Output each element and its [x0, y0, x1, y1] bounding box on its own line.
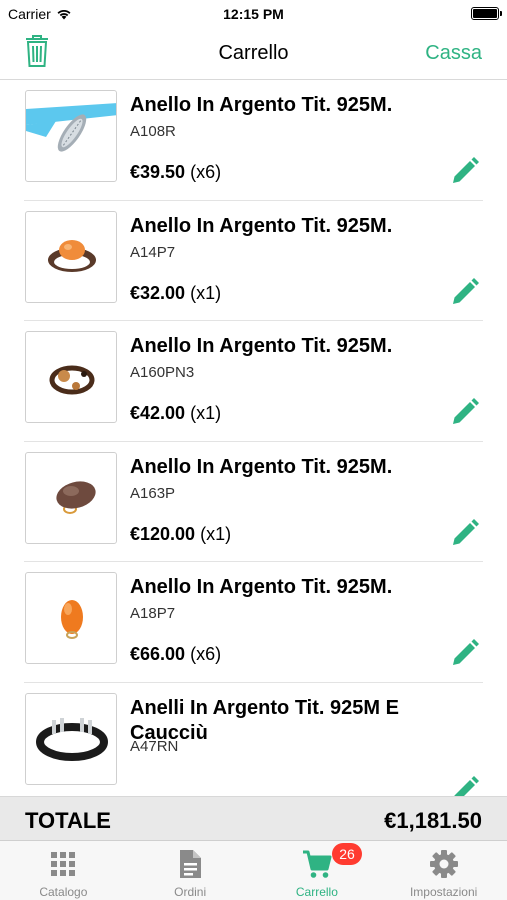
tab-impostazioni[interactable]: Impostazioni [380, 841, 507, 900]
item-price-line: €42.00 (x1) [130, 403, 221, 424]
gear-icon [429, 850, 458, 878]
product-image [25, 90, 117, 182]
cart-icon [302, 850, 332, 878]
tab-ordini[interactable]: Ordini [127, 841, 254, 900]
cart-item[interactable]: Anello In Argento Tit. 925M. A108R €39.5… [0, 80, 507, 201]
cart-badge: 26 [332, 843, 362, 865]
checkout-button[interactable]: Cassa [425, 42, 482, 65]
product-image [25, 451, 117, 544]
item-price-line: €120.00 (x1) [130, 524, 231, 545]
total-value: €1,181.50 [384, 808, 482, 833]
item-code: A160PN3 [130, 364, 195, 381]
pencil-icon[interactable] [450, 277, 480, 307]
screen: Carrier 12:15 PM Carrello Cassa Anello I… [0, 0, 507, 900]
cart-item[interactable]: Anello In Argento Tit. 925M. A163P €120.… [0, 442, 507, 562]
total-bar: TOTALE €1,181.50 [0, 796, 507, 840]
product-image [25, 331, 117, 423]
nav-bar: Carrello Cassa [0, 28, 507, 80]
status-time: 12:15 PM [223, 6, 284, 22]
item-price: €120.00 [130, 523, 196, 544]
item-price: €32.00 [130, 282, 186, 303]
item-price: €42.00 [130, 403, 186, 423]
item-code: A18P7 [130, 605, 176, 622]
tab-label: Ordini [174, 885, 207, 899]
pencil-icon[interactable] [450, 518, 480, 548]
product-image [25, 210, 117, 303]
cart-item[interactable]: Anello In Argento Tit. 925M. A14P7 €32.0… [0, 201, 507, 321]
item-name: Anello In Argento Tit. 925M. [130, 94, 393, 116]
tab-catalogo[interactable]: Catalogo [0, 841, 127, 900]
item-quantity: (x6) [190, 162, 222, 182]
tab-label: Impostazioni [409, 885, 478, 899]
tab-bar: Catalogo Ordini Carrello Impostazioni [0, 840, 507, 900]
tab-label: Catalogo [39, 885, 88, 899]
pencil-icon[interactable] [450, 156, 480, 186]
item-quantity: (x1) [200, 523, 232, 544]
item-price: €66.00 [130, 644, 186, 664]
item-price-line: €66.00 (x6) [130, 644, 221, 665]
item-price-line: €39.50 (x6) [130, 162, 221, 183]
document-icon [180, 850, 202, 878]
item-name: Anello In Argento Tit. 925M. [130, 214, 393, 237]
item-price: €39.50 [130, 162, 186, 182]
pencil-icon[interactable] [450, 397, 480, 427]
item-quantity: (x6) [190, 644, 222, 664]
cart-item[interactable]: Anello In Argento Tit. 925M. A160PN3 €42… [0, 321, 507, 442]
item-name: Anello In Argento Tit. 925M. [130, 455, 393, 478]
item-quantity: (x1) [190, 282, 222, 303]
grid-icon [51, 852, 76, 876]
item-name: Anello In Argento Tit. 925M. [130, 335, 393, 357]
item-name: Anello In Argento Tit. 925M. [130, 576, 393, 598]
pencil-icon[interactable] [450, 638, 480, 668]
product-image [25, 692, 117, 785]
product-image [25, 572, 117, 664]
total-label: TOTALE [25, 808, 111, 833]
cart-item[interactable]: Anelli In Argento Tit. 925M E Caucciù A4… [0, 683, 507, 797]
status-bar: Carrier 12:15 PM [0, 0, 507, 28]
pencil-icon[interactable] [450, 775, 480, 797]
item-code: A14P7 [130, 243, 176, 261]
cart-item[interactable]: Anello In Argento Tit. 925M. A18P7 €66.0… [0, 562, 507, 683]
cart-list[interactable]: Anello In Argento Tit. 925M. A108R €39.5… [0, 80, 507, 796]
battery-icon [471, 7, 502, 20]
item-code: A47RN [130, 737, 179, 755]
item-code: A108R [130, 123, 176, 140]
item-quantity: (x1) [190, 403, 222, 423]
item-price-line: €32.00 (x1) [130, 283, 221, 304]
tab-label: Carrello [295, 885, 338, 899]
item-code: A163P [130, 484, 176, 502]
